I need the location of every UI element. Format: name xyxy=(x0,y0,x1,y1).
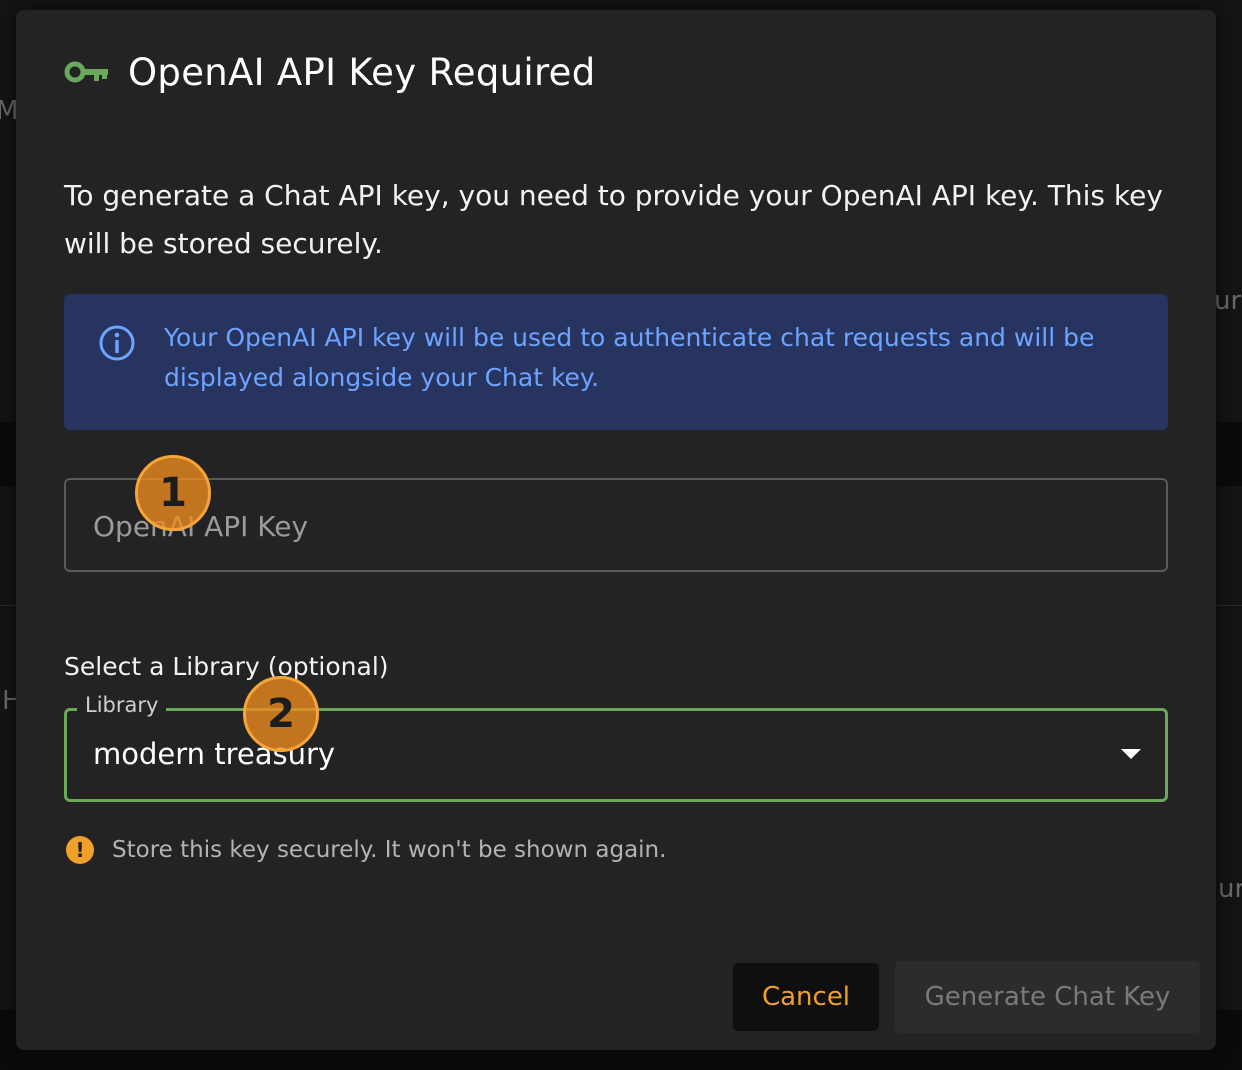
warning-text: Store this key securely. It won't be sho… xyxy=(112,837,667,863)
library-section-label: Select a Library (optional) xyxy=(64,652,389,681)
info-alert: Your OpenAI API key will be used to auth… xyxy=(64,294,1168,430)
dialog-description: To generate a Chat API key, you need to … xyxy=(64,179,1163,260)
info-icon xyxy=(98,324,136,362)
dialog-header: OpenAI API Key Required xyxy=(64,46,596,98)
openai-api-key-input[interactable]: OpenAI API Key xyxy=(64,478,1168,572)
chevron-down-icon[interactable] xyxy=(1121,749,1141,759)
dialog-title: OpenAI API Key Required xyxy=(128,50,596,94)
background-text-fragment: ur xyxy=(1218,874,1242,904)
cancel-button[interactable]: Cancel xyxy=(733,963,879,1031)
step-marker-1: 1 xyxy=(135,455,211,531)
library-select[interactable]: Library modern treasury xyxy=(64,693,1168,802)
exclamation-icon: ! xyxy=(66,836,94,864)
warning-message: ! Store this key securely. It won't be s… xyxy=(66,836,666,864)
background-text-fragment: ur xyxy=(1214,286,1242,316)
key-icon xyxy=(64,57,110,87)
step-marker-2: 2 xyxy=(243,676,319,752)
library-select-label: Library xyxy=(77,693,167,717)
generate-chat-key-button[interactable]: Generate Chat Key xyxy=(895,961,1200,1033)
info-alert-text: Your OpenAI API key will be used to auth… xyxy=(164,323,1095,392)
api-key-dialog: OpenAI API Key Required To generate a Ch… xyxy=(16,10,1216,1050)
